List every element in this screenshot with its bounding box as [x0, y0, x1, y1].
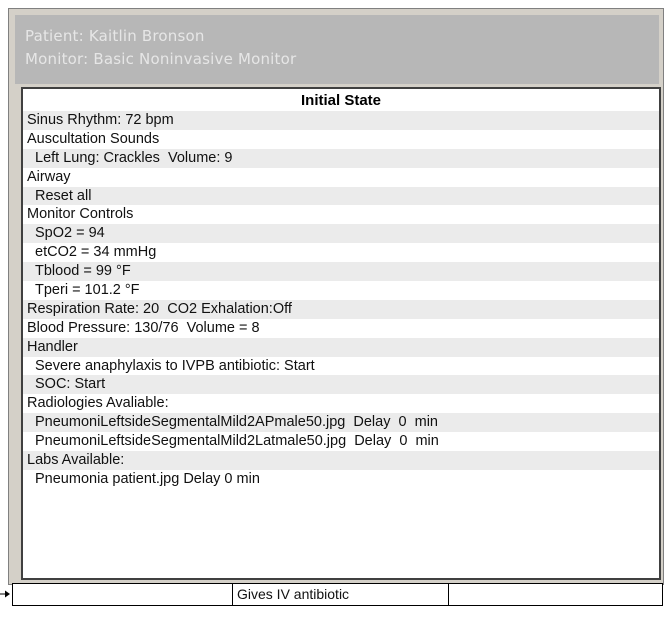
scenario-window: Patient: Kaitlin Bronson Monitor: Basic … [8, 8, 664, 585]
state-list: Sinus Rhythm: 72 bpm Auscultation Sounds L… [23, 111, 659, 489]
arrow-right-icon [0, 590, 10, 598]
state-row: Respiration Rate: 20 CO2 Exhalation:Off [23, 299, 659, 319]
state-row: Severe anaphylaxis to IVPB antibiotic: S… [35, 357, 315, 374]
state-row: Monitor Controls [27, 206, 134, 223]
state-row: Auscultation Sounds [27, 130, 160, 147]
monitor-type-label: Monitor: Basic Noninvasive Monitor [25, 50, 297, 68]
state-row: SpO2 = 94 [23, 224, 659, 244]
state-row: Radiologies Avaliable: [27, 395, 169, 412]
state-row: Airway [27, 168, 71, 185]
state-row: Tperi = 101.2 °F [35, 282, 140, 299]
state-row: PneumoniLeftsideSegmentalMild2Latmale50.… [35, 433, 439, 450]
transition-right-cell[interactable] [449, 584, 662, 605]
state-row: etCO2 = 34 mmHg [35, 244, 157, 261]
state-row: Handler [23, 337, 659, 357]
transition-action-cell[interactable]: Gives IV antibiotic [233, 584, 449, 605]
state-row: Sinus Rhythm: 72 bpm [23, 111, 659, 130]
state-row: Blood Pressure: 130/76 Volume = 8 [27, 319, 260, 336]
state-title: Initial State [300, 92, 382, 109]
state-row: Reset all [23, 186, 659, 206]
patient-header: Patient: Kaitlin Bronson Monitor: Basic … [15, 15, 659, 84]
state-row: Left Lung: Crackles Volume: 9 [23, 148, 659, 168]
state-row: Tblood = 99 °F [23, 262, 659, 282]
state-row: Labs Available: [23, 451, 659, 470]
state-row: Pneumonia patient.jpg Delay 0 min [35, 470, 260, 487]
state-row: SOC: Start [23, 375, 659, 395]
transition-bar[interactable]: Gives IV antibiotic [12, 583, 663, 606]
state-panel: Initial State Sinus Rhythm: 72 bpm Auscul… [21, 87, 661, 580]
transition-left-cell[interactable] [13, 584, 233, 605]
patient-name-label: Patient: Kaitlin Bronson [25, 27, 205, 45]
state-row: PneumoniLeftsideSegmentalMild2APmale50.j… [23, 413, 659, 433]
